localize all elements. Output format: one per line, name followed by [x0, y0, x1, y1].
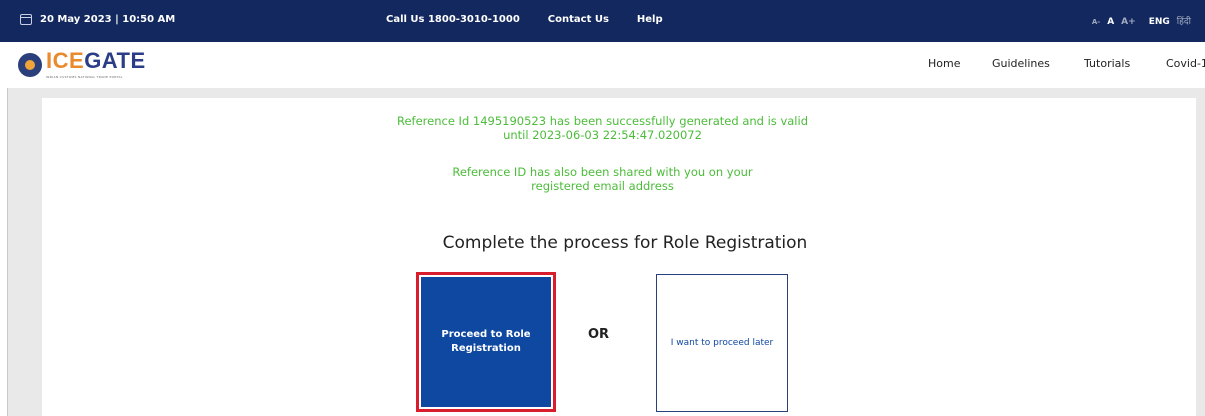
nav-guidelines[interactable]: Guidelines [992, 57, 1050, 70]
call-us-link[interactable]: Call Us 1800-3010-1000 [386, 14, 520, 25]
date-time: 20 May 2023 | 10:50 AM [20, 14, 175, 25]
icegate-logo[interactable]: ICEGATE INDIAN CUSTOMS NATIONAL TRADE PO… [18, 50, 146, 79]
site-header: ICEGATE INDIAN CUSTOMS NATIONAL TRADE PO… [0, 42, 1205, 88]
nav-covid-19[interactable]: Covid-19 [1166, 57, 1205, 70]
contact-us-link[interactable]: Contact Us [548, 14, 609, 25]
font-size-decrease-button[interactable]: A- [1092, 18, 1100, 26]
font-size-increase-button[interactable]: A+ [1121, 17, 1136, 27]
page-heading: Complete the process for Role Registrati… [442, 233, 808, 253]
content-card [42, 98, 1196, 416]
help-link[interactable]: Help [637, 14, 663, 25]
language-hindi-button[interactable]: हिंदी [1177, 14, 1191, 27]
proceed-button-label: Proceed to Role Registration [421, 277, 551, 407]
calendar-icon [20, 14, 32, 25]
success-message-line-2: until 2023-06-03 22:54:47.020072 [503, 128, 702, 142]
date-time-text: 20 May 2023 | 10:50 AM [40, 14, 176, 25]
proceed-later-button[interactable]: I want to proceed later [656, 274, 788, 412]
proceed-to-role-registration-button[interactable]: Proceed to Role Registration [416, 272, 556, 412]
success-message-line-1: Reference Id 1495190523 has been success… [396, 114, 808, 128]
nav-home[interactable]: Home [928, 57, 960, 70]
email-shared-message-line-2: registered email address [531, 179, 674, 193]
font-size-normal-button[interactable]: A [1107, 17, 1114, 27]
logo-tagline: INDIAN CUSTOMS NATIONAL TRADE PORTAL [46, 75, 123, 79]
top-utility-bar: 20 May 2023 | 10:50 AM Call Us 1800-3010… [0, 0, 1205, 42]
customs-emblem-icon [18, 52, 42, 77]
or-separator: OR [588, 327, 610, 342]
logo-wordmark: ICEGATE [46, 48, 146, 73]
language-english-button[interactable]: ENG [1149, 17, 1170, 27]
nav-tutorials[interactable]: Tutorials [1084, 57, 1130, 70]
email-shared-message-line-1: Reference ID has also been shared with y… [452, 165, 753, 179]
